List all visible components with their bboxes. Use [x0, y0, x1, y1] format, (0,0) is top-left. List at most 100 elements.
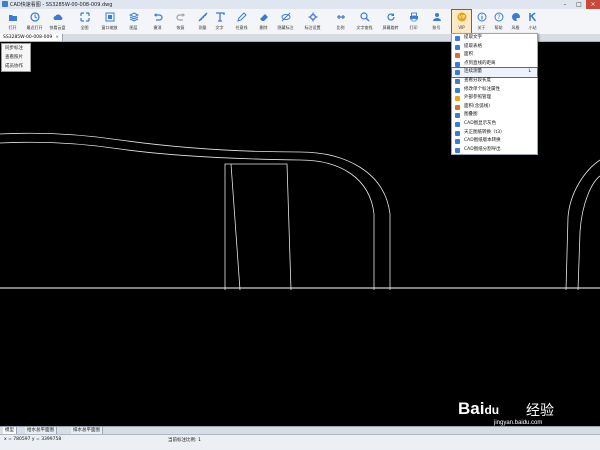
- toolbar-label: 账号: [432, 25, 441, 30]
- left-panel-item[interactable]: 成员协作: [2, 62, 30, 71]
- toolbar-label: 全图: [80, 25, 89, 30]
- eraser-icon: [260, 14, 268, 21]
- menu-item-icon: [455, 130, 460, 136]
- menu-item-label: 连续测量: [464, 69, 482, 75]
- toolbar-rotate-button[interactable]: 屏幕旋转: [381, 10, 400, 33]
- settings-icon: [308, 12, 318, 22]
- cloud-icon: [53, 14, 63, 20]
- k-icon: [529, 12, 537, 22]
- menu-item-label: 图叠图: [464, 112, 478, 118]
- right-vertical-line-inner: [577, 231, 581, 291]
- app-logo-icon: [2, 1, 8, 7]
- vip-menu-item[interactable]: 外部参照管理: [452, 94, 537, 103]
- main-toolbar: 打开 最近打开 快看云盘 全图 窗口缩放 图层 撤消 恢复 测量 文字 任意线 删除 隐藏标注 标注设置比…: [0, 9, 600, 35]
- annotation-scale: 当前标注比例: 1: [168, 438, 201, 443]
- close-tab-icon[interactable]: ×: [55, 35, 59, 40]
- layout-tab[interactable]: 模型: [3, 427, 17, 434]
- menu-item-label: 点到直线的距离: [464, 60, 496, 66]
- vip-icon: VIP: [457, 12, 467, 22]
- toolbar-scale-button[interactable]: 比例: [331, 10, 350, 33]
- toolbar-text-button[interactable]: 文字: [210, 10, 229, 33]
- road-outline-right-inner: [579, 175, 600, 233]
- menu-item-icon: [455, 139, 460, 145]
- status-bar: x = 780597 y = 3399758 当前标注比例: 1: [0, 434, 600, 450]
- toolbar-undo-button[interactable]: 撤消: [148, 10, 167, 33]
- svg-text:VIP: VIP: [459, 15, 466, 20]
- toolbar-label: 窗口缩放: [101, 25, 118, 30]
- toolbar-folder-button[interactable]: 打开: [3, 10, 22, 33]
- vip-menu-item[interactable]: CAD图纸分割导出: [452, 146, 537, 155]
- window-title: CAD快速看图 - SS3285W-00-008-009.dwg: [10, 2, 113, 8]
- vip-menu-item[interactable]: 提取文字: [452, 34, 537, 43]
- menu-item-label: 天正图纸转换（t3）: [464, 129, 505, 135]
- toolbar-label: 隐藏标注: [277, 25, 294, 30]
- vip-menu-item[interactable]: CAD图纸版本转换: [452, 137, 537, 146]
- vip-menu-item[interactable]: 查看分段长度: [452, 77, 537, 86]
- menu-item-icon: [455, 96, 460, 102]
- vip-menu-item[interactable]: 面积: [452, 51, 537, 60]
- maximize-button[interactable]: □: [572, 0, 586, 9]
- vip-menu-item[interactable]: 图叠图: [452, 111, 537, 120]
- menu-item-icon: [455, 53, 460, 59]
- road-outline-inner: [0, 141, 375, 290]
- toolbar-redo-button[interactable]: 恢复: [171, 10, 190, 33]
- building-inner-line: [230, 163, 241, 291]
- minimize-button[interactable]: –: [558, 0, 572, 9]
- toolbar-window-zoom-button[interactable]: 窗口缩放: [100, 10, 119, 33]
- search-icon: [360, 12, 370, 22]
- menu-item-icon: [455, 113, 460, 119]
- toolbar-pen-button[interactable]: 任意线: [232, 10, 251, 33]
- toolbar-eraser-button[interactable]: 删除: [254, 10, 273, 33]
- watermark-brand: Baidu: [458, 399, 500, 418]
- palette-icon: [512, 13, 520, 21]
- text-icon: [216, 12, 225, 22]
- road-outline-top: [0, 132, 391, 290]
- toolbar-label: 小站: [528, 25, 537, 30]
- document-tab[interactable]: SS3285W-00-008-009 ×: [0, 34, 63, 41]
- menu-item-icon: [455, 121, 460, 127]
- toolbar-k-button[interactable]: 小站: [523, 10, 542, 33]
- watermark-paw: du: [484, 403, 500, 417]
- toolbar-label: 比例: [336, 25, 345, 30]
- menu-item-shortcut: L: [528, 69, 531, 75]
- toolbar-label: 图层: [129, 25, 138, 30]
- printer-icon: [410, 12, 418, 22]
- menu-item-label: 提取文字: [464, 35, 482, 40]
- folder-icon: [9, 15, 17, 21]
- toolbar-search-button[interactable]: 文字查找: [355, 10, 374, 33]
- vip-menu-item[interactable]: 天正图纸转换（t3）: [452, 129, 537, 138]
- toolbar-expand-button[interactable]: 全图: [75, 10, 94, 33]
- toolbar-layers-button[interactable]: 图层: [124, 10, 143, 33]
- vip-menu-item[interactable]: 连续测量 L: [451, 67, 538, 78]
- expand-icon: [80, 12, 90, 22]
- vip-menu-item[interactable]: 修改单个标注属性: [452, 86, 537, 95]
- vip-menu-item[interactable]: 面积(含弧线): [452, 103, 537, 112]
- vip-menu-item[interactable]: 提取表格: [452, 43, 537, 52]
- menu-item-label: CAD图显示灰色: [464, 120, 497, 126]
- toolbar-printer-button[interactable]: 打印: [404, 10, 423, 33]
- redo-icon: [176, 13, 185, 21]
- close-window-button[interactable]: ×: [586, 0, 600, 9]
- toolbar-eye-off-button[interactable]: 隐藏标注: [276, 10, 295, 33]
- menu-item-label: 外部参照管理: [464, 95, 491, 101]
- menu-item-icon: [455, 61, 460, 67]
- building-outline: [224, 163, 292, 291]
- right-vertical-line: [565, 216, 569, 291]
- menu-item-label: 面积(含弧线): [464, 103, 491, 109]
- measure-icon: [198, 12, 208, 22]
- window-controls: – □ ×: [558, 0, 600, 9]
- menu-item-label: 提取表格: [464, 43, 482, 49]
- layout-tab[interactable]: 给水总平面图: [25, 427, 57, 434]
- toolbar-cloud-button[interactable]: 快看云盘: [48, 10, 67, 33]
- vip-menu-item[interactable]: 点到直线的距离: [452, 60, 537, 69]
- vip-menu-item[interactable]: CAD图显示灰色: [452, 120, 537, 129]
- left-panel-item[interactable]: 查看照片: [2, 53, 30, 62]
- toolbar-clock-button[interactable]: 最近打开: [25, 10, 44, 33]
- menu-item-icon: [455, 104, 460, 110]
- menu-item-label: CAD图纸分割导出: [464, 146, 501, 152]
- layout-tab[interactable]: 排水总平面图: [71, 427, 103, 434]
- toolbar-user-button[interactable]: 账号: [427, 10, 446, 33]
- left-panel-item[interactable]: 同步标注: [2, 44, 30, 53]
- toolbar-settings-button[interactable]: 标注设置: [303, 10, 322, 33]
- rotate-icon: [387, 13, 395, 21]
